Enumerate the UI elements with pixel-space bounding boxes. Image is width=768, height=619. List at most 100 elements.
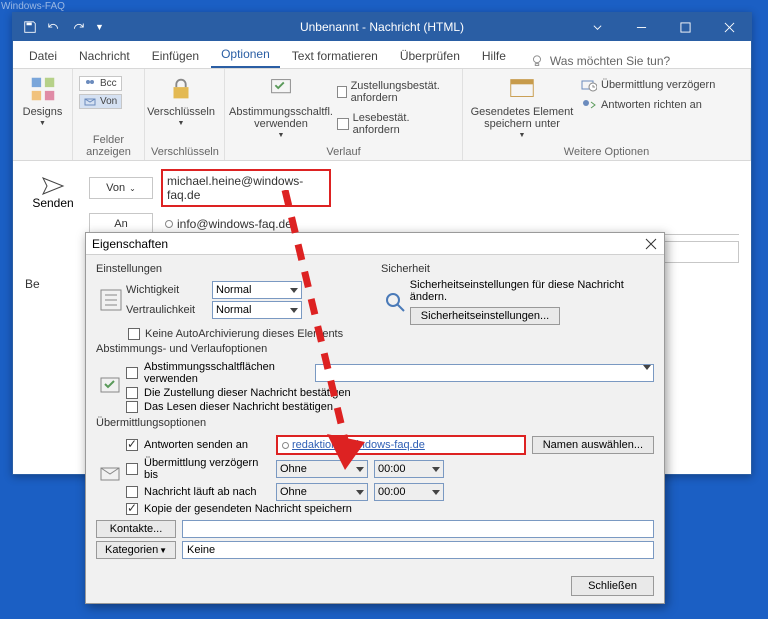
importance-select[interactable]: Normal [212, 281, 302, 299]
delay-time-value: 00:00 [378, 463, 406, 475]
save-copy-check[interactable] [126, 503, 138, 515]
expires-check[interactable] [126, 486, 138, 498]
tab-text-formatieren[interactable]: Text formatieren [282, 44, 388, 68]
tab-datei[interactable]: Datei [19, 44, 67, 68]
ribbon-collapse-button[interactable] [575, 13, 619, 41]
delay-delivery-label: Übermittlung verzögern bis [144, 457, 270, 481]
reply-to-check[interactable] [126, 439, 138, 451]
expires-label: Nachricht läuft ab nach [144, 486, 270, 498]
no-autoarchive-label: Keine AutoArchivierung dieses Elements [145, 328, 343, 340]
sensitivity-select[interactable]: Normal [212, 301, 302, 319]
title-bar: ▼ Unbenannt - Nachricht (HTML) [13, 13, 751, 41]
read-receipt-check[interactable]: Lesebestät. anfordern [337, 112, 456, 136]
close-dialog-button[interactable]: Schließen [571, 576, 654, 596]
tab-ueberpruefen[interactable]: Überprüfen [390, 44, 470, 68]
delay-delivery-label: Übermittlung verzögern [601, 79, 715, 91]
undo-icon[interactable] [47, 20, 61, 34]
designs-button[interactable]: Designs ▼ [19, 72, 66, 127]
encrypt-button[interactable]: Verschlüsseln▼ [151, 72, 211, 127]
properties-dialog: Eigenschaften Einstellungen Wichtigkeit N… [85, 232, 665, 604]
tell-me-box[interactable]: Was möchten Sie tun? [530, 54, 670, 68]
watermark-text: Windows-FAQ [1, 1, 65, 12]
no-autoarchive-check[interactable] [128, 328, 140, 340]
close-button[interactable] [707, 13, 751, 41]
contacts-input[interactable] [182, 520, 654, 538]
group-weitere-caption: Weitere Optionen [469, 144, 744, 158]
group-verlauf: Abstimmungsschaltfl. verwenden▼ Zustellu… [225, 69, 463, 160]
ribbon-tabs: Datei Nachricht Einfügen Optionen Text f… [13, 41, 751, 69]
section-sicherheit: Sicherheit [381, 263, 654, 275]
send-button[interactable]: Senden [25, 169, 81, 269]
von-button[interactable]: Von [79, 94, 122, 109]
save-copy-label: Kopie der gesendeten Nachricht speichern [144, 503, 352, 515]
encrypt-label: Verschlüsseln [147, 106, 215, 118]
categories-button[interactable]: Kategorien▼ [96, 541, 176, 559]
security-settings-button[interactable]: Sicherheitseinstellungen... [410, 307, 560, 325]
properties-close-button[interactable] [644, 237, 658, 251]
delivery-receipt-check[interactable]: Zustellungsbestät. anfordern [337, 80, 456, 104]
delay-date-select[interactable]: Ohne [276, 460, 368, 478]
voting-options-input[interactable] [315, 364, 654, 382]
group-weitere: Gesendetes Element speichern unter▼ Über… [463, 69, 751, 160]
confirm-read-label: Das Lesen dieser Nachricht bestätigen [144, 401, 333, 413]
importance-value: Normal [216, 284, 251, 296]
send-label: Senden [32, 196, 73, 210]
voting-button[interactable]: Abstimmungsschaltfl. verwenden▼ [231, 72, 331, 139]
tracking-icon [96, 359, 126, 415]
importance-label: Wichtigkeit [126, 284, 206, 296]
minimize-button[interactable] [619, 13, 663, 41]
to-value-text: info@windows-faq.de; [177, 217, 295, 231]
reply-to-label: Antworten senden an [144, 439, 270, 451]
categories-label: Kategorien [105, 544, 158, 556]
security-icon [381, 279, 410, 325]
bcc-button[interactable]: Bcc [79, 76, 122, 91]
tab-optionen[interactable]: Optionen [211, 42, 280, 68]
security-text: Sicherheitseinstellungen für diese Nachr… [410, 279, 654, 303]
from-field-button[interactable]: Von⌄ [89, 177, 153, 199]
settings-icon [96, 279, 126, 321]
delivery-receipt-label: Zustellungsbestät. anfordern [351, 80, 456, 104]
confirm-read-check[interactable] [126, 401, 138, 413]
reply-to-value: redaktion@windows-faq.de [292, 439, 425, 451]
tab-einfuegen[interactable]: Einfügen [142, 44, 209, 68]
expires-date-select[interactable]: Ohne [276, 483, 368, 501]
read-receipt-label: Lesebestät. anfordern [353, 112, 456, 136]
sensitivity-value: Normal [216, 304, 251, 316]
confirm-delivery-check[interactable] [126, 387, 138, 399]
group-felder: Bcc Von Felder anzeigen [73, 69, 145, 160]
from-value[interactable]: michael.heine@windows-faq.de [161, 169, 331, 207]
categories-input[interactable]: Keine [182, 541, 654, 559]
sensitivity-label: Vertraulichkeit [126, 304, 206, 316]
expires-time-value: 00:00 [378, 486, 406, 498]
section-uebermittlung: Übermittlungsoptionen [96, 417, 654, 429]
use-voting-buttons-check[interactable] [126, 367, 138, 379]
save-sent-label: Gesendetes Element speichern unter [469, 106, 575, 130]
direct-replies-label: Antworten richten an [601, 99, 702, 111]
group-verlauf-caption: Verlauf [231, 144, 456, 158]
expires-time-select[interactable]: 00:00 [374, 483, 444, 501]
save-sent-button[interactable]: Gesendetes Element speichern unter▼ [469, 72, 575, 139]
delay-time-select[interactable]: 00:00 [374, 460, 444, 478]
group-designs: Designs ▼ [13, 69, 73, 160]
delay-delivery-button[interactable]: Übermittlung verzögern [581, 78, 715, 92]
use-voting-label: Abstimmungsschaltflächen verwenden [144, 361, 309, 385]
tab-nachricht[interactable]: Nachricht [69, 44, 140, 68]
ribbon: Designs ▼ Bcc Von Felder anzeigen Versch… [13, 69, 751, 161]
contacts-button[interactable]: Kontakte... [96, 520, 176, 538]
redo-icon[interactable] [71, 20, 85, 34]
maximize-button[interactable] [663, 13, 707, 41]
confirm-delivery-label: Die Zustellung dieser Nachricht bestätig… [144, 387, 351, 399]
designs-label: Designs [23, 106, 63, 118]
select-names-button[interactable]: Namen auswählen... [532, 436, 654, 454]
section-einstellungen: Einstellungen [96, 263, 369, 275]
delay-delivery-check[interactable] [126, 463, 138, 475]
bcc-label: Bcc [100, 78, 117, 89]
direct-replies-button[interactable]: Antworten richten an [581, 98, 715, 112]
properties-title: Eigenschaften [92, 237, 168, 251]
reply-to-input[interactable]: redaktion@windows-faq.de [276, 435, 526, 455]
save-icon[interactable] [23, 20, 37, 34]
tab-hilfe[interactable]: Hilfe [472, 44, 516, 68]
group-felder-caption: Felder anzeigen [79, 132, 138, 158]
voting-label: Abstimmungsschaltfl. verwenden [229, 106, 333, 130]
von-label: Von [100, 96, 117, 107]
